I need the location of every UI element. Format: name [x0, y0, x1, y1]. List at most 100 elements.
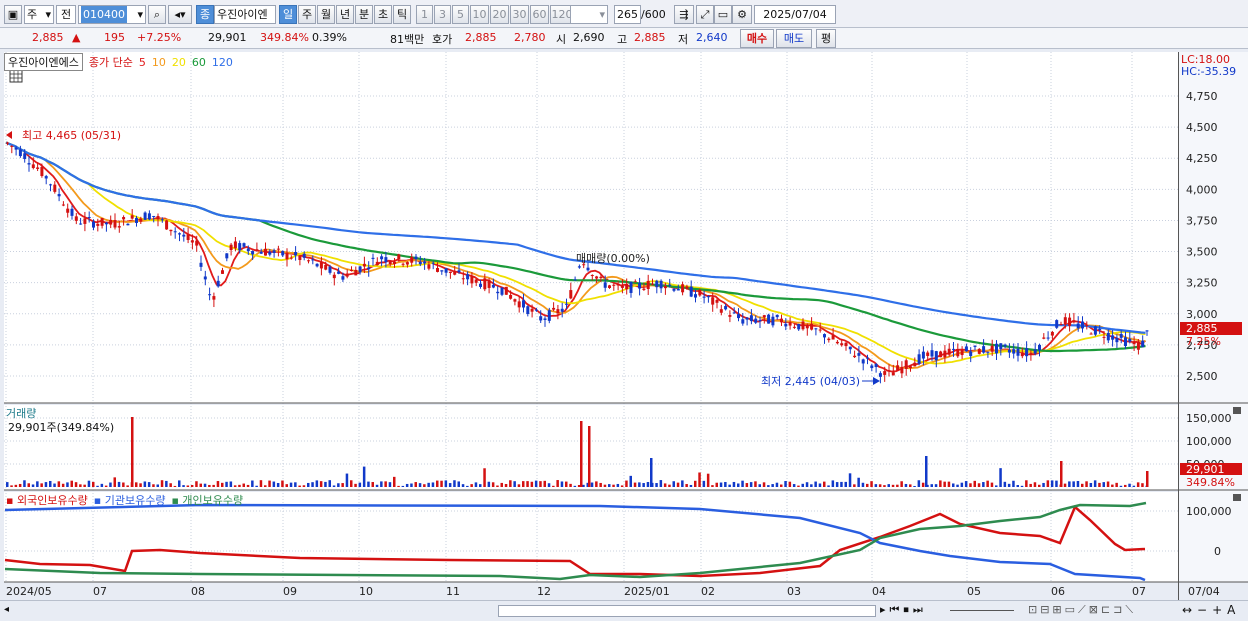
ask-price: 2,885	[465, 31, 497, 44]
candle-body	[1046, 337, 1050, 339]
date-input[interactable]: 2025/07/04	[754, 5, 836, 24]
volume-bar	[956, 484, 959, 487]
candle-body	[952, 348, 955, 350]
candle-body	[117, 226, 121, 228]
legend-ma-60[interactable]: 60	[192, 56, 206, 69]
line-tool-icon[interactable]: ⤢	[696, 5, 714, 24]
volume-bar	[281, 480, 284, 487]
volume-bar	[199, 483, 202, 487]
volume-bar	[840, 481, 843, 487]
ownership-legend: ▪ 외국인보유수량 ▪ 기관보유수량 ▪ 개인보유수량	[6, 492, 249, 508]
minute-step-5[interactable]: 5	[452, 5, 469, 24]
candle-body	[573, 279, 577, 281]
buy-button[interactable]: 매수	[740, 29, 774, 48]
candle-body	[1145, 330, 1149, 332]
chart-tools-icon[interactable]: ⇶	[674, 5, 694, 24]
zoom-controls[interactable]: ↔−+A	[1182, 603, 1240, 617]
minute-step-60[interactable]: 60	[530, 5, 549, 24]
volume-bar	[921, 482, 925, 487]
timeframe-4[interactable]: 분	[355, 5, 373, 24]
count-current[interactable]: 265	[614, 5, 641, 24]
legend-ma-5[interactable]: 5	[139, 56, 146, 69]
candle-body	[853, 355, 857, 358]
ownership-series-2[interactable]: ▪ 개인보유수량	[171, 494, 243, 507]
volume-bar	[212, 484, 215, 487]
minute-step-20[interactable]: 20	[490, 5, 509, 24]
minute-step-10[interactable]: 10	[470, 5, 489, 24]
timeframe-6[interactable]: 틱	[393, 5, 411, 24]
candle-body	[956, 348, 960, 357]
minute-step-1[interactable]: 1	[416, 5, 433, 24]
volume-bar	[117, 481, 121, 487]
volume-bar	[165, 480, 168, 487]
legend-ma-120[interactable]: 120	[212, 56, 233, 69]
save-icon[interactable]: ▭	[714, 5, 732, 24]
volume-bar	[681, 480, 684, 487]
legend-ma-20[interactable]: 20	[172, 56, 186, 69]
candle-body	[160, 219, 164, 221]
volume-bar	[66, 482, 69, 487]
candle-body	[672, 288, 676, 291]
speaker-icon[interactable]: ◂▾	[168, 5, 192, 24]
toolbar: ▣ 주 ▾ 전 010400 ▾ ⌕ ◂▾ 종 우진아이엔 일주월년분초틱 1351…	[0, 0, 1248, 28]
period-select[interactable]: 주 ▾	[24, 5, 54, 24]
ownership-tick: 100,000	[1186, 505, 1232, 518]
ownership-series-0[interactable]: ▪ 외국인보유수량	[6, 494, 88, 507]
stock-chart[interactable]: 4,750 4,500 4,250 4,000 3,750 3,500 3,250 3,000…	[0, 50, 1248, 600]
minute-step-30[interactable]: 30	[510, 5, 529, 24]
volume-bar	[689, 484, 693, 487]
candle-body	[741, 319, 745, 324]
candle-body	[1016, 348, 1020, 356]
volume-bar	[534, 480, 538, 487]
timeframe-0[interactable]: 일	[279, 5, 297, 24]
candle-body	[891, 372, 895, 376]
candle-body	[823, 334, 826, 338]
scroll-thumb[interactable]	[498, 605, 876, 617]
timeframe-2[interactable]: 월	[317, 5, 335, 24]
ownership-series-1[interactable]: ▪ 기관보유수량	[94, 494, 166, 507]
candle-body	[728, 315, 732, 317]
legend-stock-name[interactable]: 우진아이엔에스	[4, 53, 83, 71]
volume-bar	[255, 485, 258, 487]
candle-body	[835, 341, 839, 344]
view-tools[interactable]: ⊡⊟⊞▭⟋⊠⊏⊐⟍	[1028, 603, 1136, 617]
playback-controls[interactable]: ▸⏮⏹⏭	[880, 603, 927, 617]
gear-icon[interactable]: ⚙	[732, 5, 752, 24]
candle-body	[801, 321, 805, 330]
legend-ma-10[interactable]: 10	[152, 56, 166, 69]
candle-body	[423, 261, 427, 264]
candle-body	[775, 314, 779, 318]
timeframe-1[interactable]: 주	[298, 5, 316, 24]
sell-button[interactable]: 매도	[776, 29, 812, 48]
step-select[interactable]: ▾	[570, 5, 608, 24]
minute-step-3[interactable]: 3	[434, 5, 451, 24]
candle-body	[487, 280, 491, 288]
candle-body	[977, 348, 981, 354]
volume-bar	[298, 485, 301, 487]
timeframe-5[interactable]: 초	[374, 5, 392, 24]
candle-body	[870, 365, 874, 369]
window-icon[interactable]: ▣	[4, 5, 22, 24]
stock-code-input[interactable]: 010400 ▾	[78, 5, 146, 24]
volume-bar	[814, 481, 817, 487]
candle-body	[1106, 332, 1110, 341]
market-select[interactable]: 전	[56, 5, 76, 24]
candle-body	[969, 351, 973, 357]
search-icon[interactable]: ⌕	[148, 5, 166, 24]
candle-body	[27, 163, 31, 165]
scroll-left-icon[interactable]: ◂	[4, 604, 16, 618]
volume-bar	[831, 480, 835, 487]
volume-bar	[259, 480, 263, 487]
candle-body	[1124, 337, 1127, 347]
volume-bar	[1093, 480, 1097, 487]
candle-body	[603, 282, 607, 288]
volume-tick: 150,000	[1186, 412, 1232, 425]
candle-body	[281, 251, 285, 256]
stock-code-value: 010400	[81, 6, 127, 23]
timeframe-3[interactable]: 년	[336, 5, 354, 24]
volume-bar	[31, 484, 35, 487]
eval-button[interactable]: 평	[816, 29, 836, 48]
volume-bar	[319, 481, 323, 487]
zoom-slider[interactable]	[950, 610, 1014, 611]
candle-body	[749, 315, 753, 322]
